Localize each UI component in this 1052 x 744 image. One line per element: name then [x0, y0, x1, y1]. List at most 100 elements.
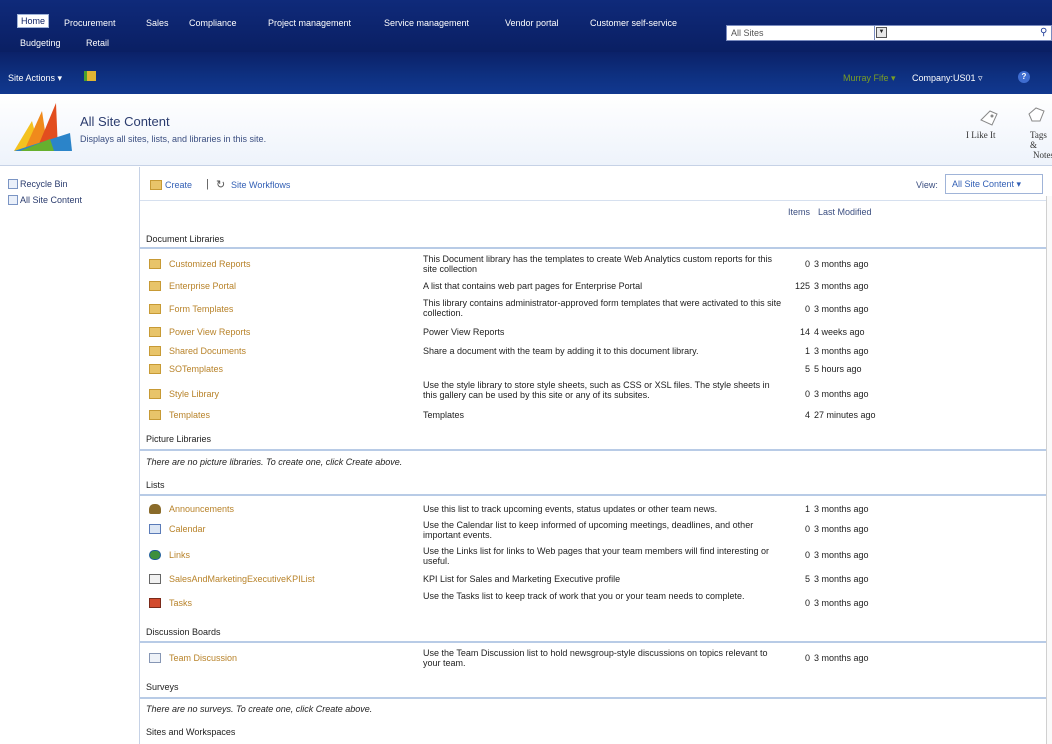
list-item-modified: 3 months ago: [814, 653, 869, 663]
section-sites-and-workspaces: Sites and Workspaces: [146, 727, 236, 737]
list-item-count: 0: [804, 524, 810, 534]
list-item-link[interactable]: Tasks: [169, 598, 192, 608]
tab-sales[interactable]: Sales: [146, 18, 169, 28]
site-workflows-button[interactable]: Site Workflows: [231, 180, 290, 190]
list-item-description: Templates: [423, 410, 465, 420]
search-input[interactable]: [874, 25, 1052, 41]
help-icon[interactable]: ?: [1018, 71, 1030, 83]
section-lists: Lists: [146, 480, 165, 490]
create-icon[interactable]: [150, 180, 162, 190]
list-item-link[interactable]: SOTemplates: [169, 364, 223, 374]
list-item-count: 14: [799, 327, 810, 337]
leftnav-recycle-bin[interactable]: Recycle Bin: [20, 179, 68, 189]
section-divider: [140, 697, 1046, 699]
list-item-modified: 3 months ago: [814, 598, 869, 608]
list-item-count: 4: [804, 410, 810, 420]
column-last-modified[interactable]: Last Modified: [818, 207, 872, 217]
tags-notes-icon[interactable]: [1026, 106, 1048, 126]
company-selector[interactable]: Company:US01 ▿: [912, 73, 983, 84]
document-library-icon: [149, 327, 161, 337]
list-item-count: 1: [804, 346, 810, 356]
tab-customer-self-service[interactable]: Customer self-service: [590, 18, 677, 28]
list-item-link[interactable]: Announcements: [169, 504, 234, 514]
like-label[interactable]: I Like It: [966, 130, 996, 140]
list-item-count: 0: [804, 304, 810, 314]
list-item-modified: 3 months ago: [814, 504, 869, 514]
user-menu[interactable]: Murray Fife ▾: [843, 73, 896, 84]
list-item-description: Use the Links list for links to Web page…: [423, 546, 769, 566]
document-library-icon: [149, 346, 161, 356]
document-library-icon: [149, 281, 161, 291]
tab-budgeting[interactable]: Budgeting: [20, 38, 61, 48]
list-item-link[interactable]: Team Discussion: [169, 653, 237, 663]
kpi-list-icon: [149, 574, 161, 584]
list-item-count: 0: [804, 550, 810, 560]
like-icon[interactable]: [978, 108, 1000, 128]
list-item-link[interactable]: Templates: [169, 410, 210, 420]
column-items[interactable]: Items: [788, 207, 810, 217]
view-label: View:: [916, 180, 938, 190]
list-item-modified: 3 months ago: [814, 550, 869, 560]
list-item-modified: 3 months ago: [814, 281, 869, 291]
tasks-icon: [149, 598, 161, 608]
list-item-link[interactable]: Style Library: [169, 389, 219, 399]
search-scope-select[interactable]: All Sites: [726, 25, 892, 41]
list-item-description: A list that contains web part pages for …: [423, 281, 643, 291]
leftnav-all-site-content[interactable]: All Site Content: [20, 195, 82, 205]
workflow-icon[interactable]: ↻: [216, 178, 225, 191]
section-divider: [140, 449, 1046, 451]
tab-retail[interactable]: Retail: [86, 38, 109, 48]
scrollbar[interactable]: [1046, 196, 1052, 744]
tab-project-management[interactable]: Project management: [268, 18, 351, 28]
list-item-description: Use the Calendar list to keep informed o…: [423, 520, 754, 540]
list-item-link[interactable]: Power View Reports: [169, 327, 250, 337]
tab-service-management[interactable]: Service management: [384, 18, 469, 28]
list-item-count: 0: [804, 259, 810, 269]
tab-home[interactable]: Home: [17, 14, 50, 28]
discussion-board-icon: [149, 653, 161, 663]
list-item-modified: 3 months ago: [814, 304, 869, 314]
list-item-modified: 27 minutes ago: [814, 410, 876, 420]
list-item-link[interactable]: Customized Reports: [169, 259, 251, 269]
tags-label-line2: Notes: [1033, 150, 1052, 160]
list-item-description: Use the style library to store style she…: [423, 380, 770, 400]
navigate-up-icon[interactable]: [84, 71, 96, 81]
list-item-link[interactable]: SalesAndMarketingExecutiveKPIList: [169, 574, 315, 584]
list-item-count: 0: [804, 598, 810, 608]
page-title-area: [0, 94, 1052, 166]
site-actions-menu[interactable]: Site Actions ▾: [8, 73, 62, 84]
tab-compliance[interactable]: Compliance: [189, 18, 237, 28]
list-item-link[interactable]: Links: [169, 550, 190, 560]
all-site-content-icon: [8, 195, 18, 205]
tags-notes-label[interactable]: Tags & Notes: [1030, 130, 1052, 160]
toolbar-separator: |: [206, 178, 209, 190]
view-select[interactable]: All Site Content ▾: [945, 174, 1043, 194]
document-library-icon: [149, 410, 161, 420]
list-item-modified: 3 months ago: [814, 346, 869, 356]
list-item-description: Use the Team Discussion list to hold new…: [423, 648, 768, 668]
list-item-link[interactable]: Calendar: [169, 524, 206, 534]
list-item-description: This Document library has the templates …: [423, 254, 772, 274]
section-divider: [140, 641, 1046, 643]
quick-launch: [0, 167, 140, 744]
list-item-modified: 3 months ago: [814, 259, 869, 269]
search-icon[interactable]: ⚲: [1040, 27, 1047, 38]
list-item-count: 0: [804, 653, 810, 663]
list-item-count: 125: [794, 281, 810, 291]
page-description: Displays all sites, lists, and libraries…: [80, 134, 267, 144]
list-item-count: 1: [804, 504, 810, 514]
chevron-down-icon[interactable]: ▼: [876, 27, 887, 38]
section-divider: [140, 247, 1046, 249]
document-library-icon: [149, 304, 161, 314]
list-item-link[interactable]: Enterprise Portal: [169, 281, 236, 291]
tab-procurement[interactable]: Procurement: [64, 18, 116, 28]
document-library-icon: [149, 389, 161, 399]
document-library-icon: [149, 259, 161, 269]
list-item-link[interactable]: Form Templates: [169, 304, 233, 314]
list-item-description: Power View Reports: [423, 327, 505, 337]
links-icon: [149, 550, 161, 560]
tab-vendor-portal[interactable]: Vendor portal: [505, 18, 559, 28]
create-button[interactable]: Create: [165, 180, 192, 190]
list-item-link[interactable]: Shared Documents: [169, 346, 246, 356]
dynamics-logo: [14, 103, 72, 151]
